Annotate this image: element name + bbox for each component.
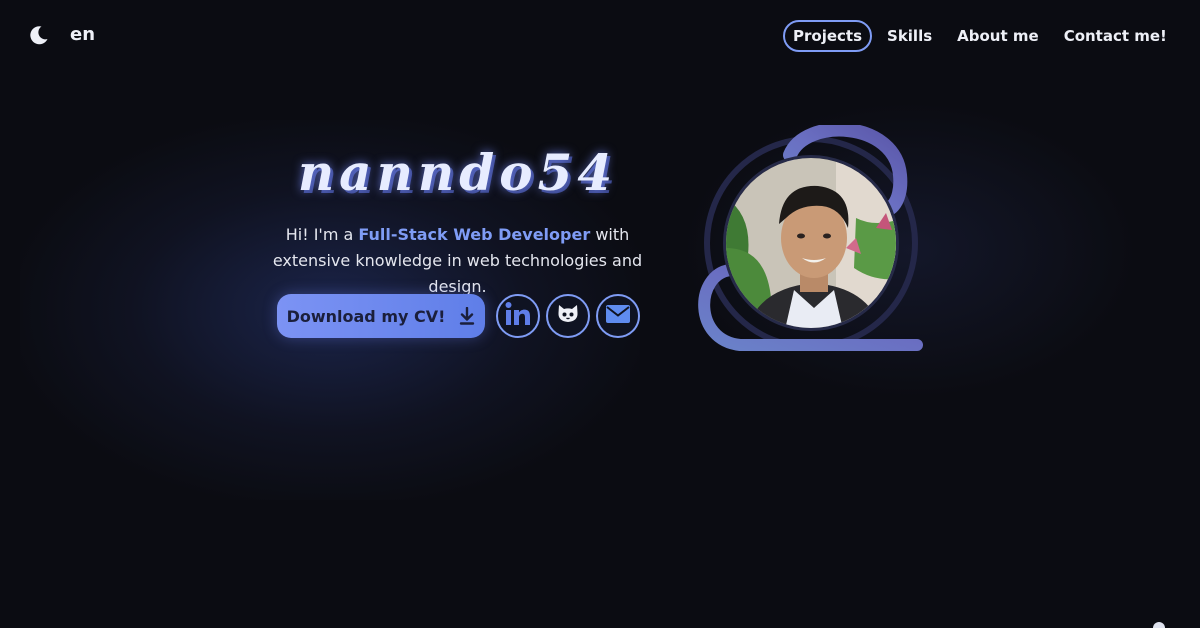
avatar-container: [695, 125, 930, 355]
intro-highlight: Full-Stack Web Developer: [358, 225, 591, 244]
intro-text-start: Hi! I'm a: [285, 225, 359, 244]
avatar: [723, 155, 899, 331]
hero-title: nanndo54: [297, 143, 618, 202]
scroll-indicator: [1153, 622, 1165, 628]
nav-about-me[interactable]: About me: [947, 20, 1049, 52]
site-header: en Projects Skills About me Contact me!: [0, 0, 1200, 70]
download-icon: [459, 306, 475, 325]
nav-projects[interactable]: Projects: [783, 20, 873, 52]
language-switcher[interactable]: en: [70, 24, 95, 45]
mail-button[interactable]: [596, 294, 640, 338]
nav-contact-me[interactable]: Contact me!: [1054, 20, 1177, 52]
github-button[interactable]: [546, 294, 590, 338]
hero-intro: Hi! I'm a Full-Stack Web Developer with …: [255, 222, 660, 300]
moon-icon[interactable]: [28, 24, 50, 46]
mail-icon: [605, 304, 631, 328]
nav-skills[interactable]: Skills: [877, 20, 942, 52]
profile-photo: [726, 158, 896, 328]
download-cv-label: Download my CV!: [286, 306, 446, 326]
main-nav: Projects Skills About me Contact me!: [783, 20, 1182, 52]
linkedin-button[interactable]: [496, 294, 540, 338]
github-icon: [555, 301, 581, 331]
download-cv-button[interactable]: Download my CV!: [277, 294, 485, 338]
linkedin-icon: [504, 301, 532, 331]
